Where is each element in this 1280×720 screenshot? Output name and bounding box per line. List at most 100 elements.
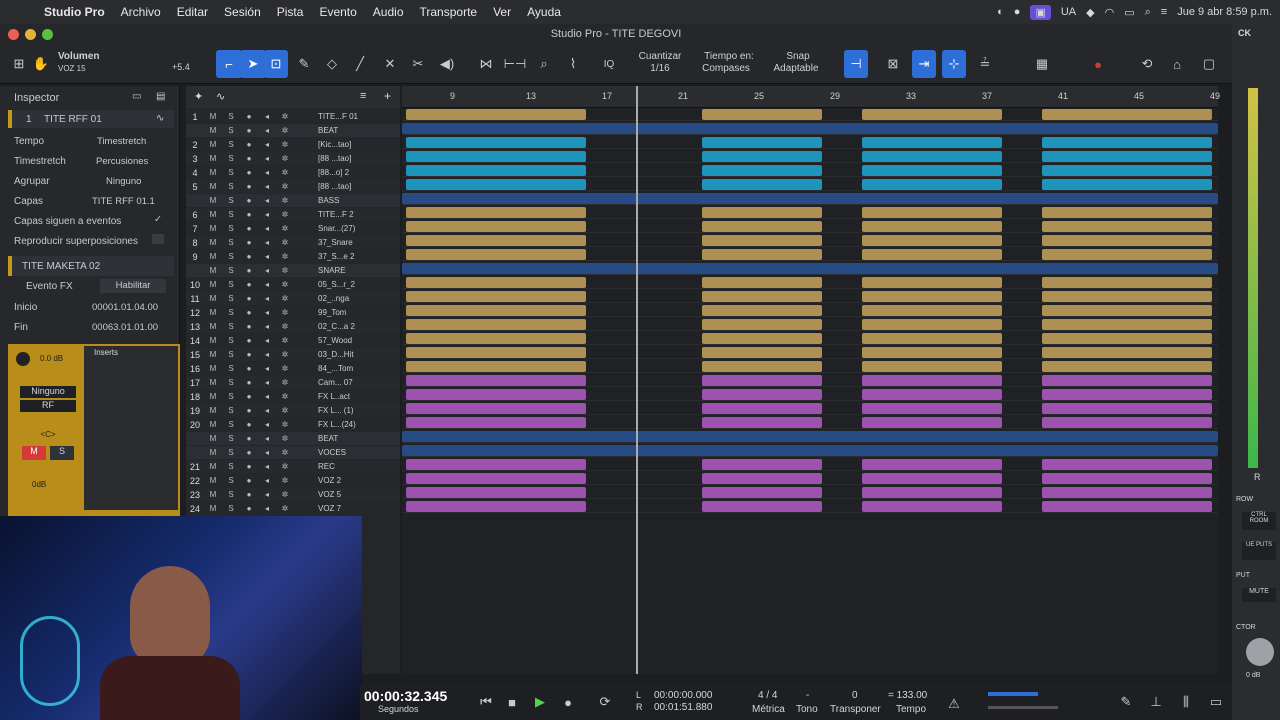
record-arm-icon[interactable]: ● bbox=[240, 294, 258, 303]
audio-event[interactable] bbox=[702, 249, 822, 260]
audio-event[interactable] bbox=[702, 487, 822, 498]
star-icon[interactable]: ✲ bbox=[276, 420, 294, 429]
audio-event[interactable] bbox=[406, 417, 586, 428]
track-name[interactable]: FX L...(24) bbox=[318, 420, 378, 429]
follow-icon[interactable]: ⇥ bbox=[912, 50, 936, 78]
record-arm-icon[interactable]: ● bbox=[240, 224, 258, 233]
mute-button[interactable]: M bbox=[204, 112, 222, 121]
star-icon[interactable]: ✲ bbox=[276, 294, 294, 303]
audio-event[interactable] bbox=[1042, 109, 1212, 120]
transport-time-unit[interactable]: Segundos bbox=[378, 704, 419, 714]
arrange-view[interactable]: 9 13 17 21 25 29 33 37 41 45 49 bbox=[402, 86, 1220, 674]
arrange-lane[interactable] bbox=[402, 164, 1218, 177]
record-arm-icon[interactable]: ● bbox=[240, 322, 258, 331]
audio-event[interactable] bbox=[862, 305, 1002, 316]
folder-track-row[interactable]: M S ● ◂ ✲ BEAT bbox=[186, 432, 400, 445]
track-name[interactable]: 84_...Tom bbox=[318, 364, 378, 373]
audio-event[interactable] bbox=[406, 137, 586, 148]
audio-event[interactable] bbox=[402, 123, 1218, 134]
loop-start[interactable]: 00:00:00.000 bbox=[654, 690, 712, 701]
audio-event[interactable] bbox=[862, 361, 1002, 372]
mute-button[interactable]: M bbox=[204, 182, 222, 191]
audio-event[interactable] bbox=[862, 165, 1002, 176]
audio-event[interactable] bbox=[702, 333, 822, 344]
arrow-tool-icon[interactable]: ➤ bbox=[240, 50, 266, 78]
track-name[interactable]: [88 ...tao] bbox=[318, 182, 378, 191]
record-icon[interactable]: ● bbox=[558, 688, 578, 716]
audio-event[interactable] bbox=[1042, 473, 1212, 484]
star-icon[interactable]: ✲ bbox=[276, 350, 294, 359]
star-icon[interactable]: ✲ bbox=[276, 462, 294, 471]
track-name[interactable]: Snar...(27) bbox=[318, 224, 378, 233]
mute-button[interactable]: M bbox=[204, 476, 222, 485]
track-name[interactable]: 02_C...a 2 bbox=[318, 322, 378, 331]
monitor-icon[interactable]: ◂ bbox=[258, 210, 276, 219]
star-icon[interactable]: ✲ bbox=[276, 280, 294, 289]
input-language[interactable]: UA bbox=[1061, 6, 1076, 18]
mute-button[interactable]: M bbox=[204, 196, 222, 205]
record-arm-icon[interactable]: ● bbox=[240, 336, 258, 345]
arrange-lane[interactable] bbox=[402, 444, 1218, 457]
audio-event[interactable] bbox=[702, 305, 822, 316]
audio-event[interactable] bbox=[862, 277, 1002, 288]
audio-event[interactable] bbox=[402, 445, 1218, 456]
close-button[interactable] bbox=[8, 29, 19, 40]
vpn-icon[interactable]: ◆ bbox=[1086, 6, 1094, 19]
arrange-lane[interactable] bbox=[402, 220, 1218, 233]
track-name[interactable]: [88 ...tao] bbox=[318, 154, 378, 163]
mute-button[interactable]: M bbox=[204, 350, 222, 359]
solo-button[interactable]: S bbox=[222, 210, 240, 219]
monitor-icon[interactable]: ◂ bbox=[258, 266, 276, 275]
audio-event[interactable] bbox=[406, 319, 586, 330]
transpose-value[interactable]: 0 bbox=[852, 690, 858, 701]
strip-solo-button[interactable]: S bbox=[50, 446, 74, 460]
arrange-lane[interactable] bbox=[402, 500, 1218, 513]
meter-value[interactable]: 4 / 4 bbox=[758, 690, 777, 701]
menu-app[interactable]: Studio Pro bbox=[36, 5, 113, 19]
star-icon[interactable]: ✲ bbox=[276, 448, 294, 457]
star-icon[interactable]: ✲ bbox=[276, 224, 294, 233]
audio-event[interactable] bbox=[862, 347, 1002, 358]
audio-event[interactable] bbox=[862, 137, 1002, 148]
monitor-icon[interactable]: ◂ bbox=[258, 196, 276, 205]
stop-icon[interactable]: ■ bbox=[502, 688, 522, 716]
audio-event[interactable] bbox=[406, 501, 586, 512]
track-row[interactable]: 4 M S ● ◂ ✲ [88...o] 2 bbox=[186, 166, 400, 179]
track-name[interactable]: [88...o] 2 bbox=[318, 168, 378, 177]
menu-evento[interactable]: Evento bbox=[311, 5, 364, 19]
audio-event[interactable] bbox=[702, 375, 822, 386]
ctrl-room-button[interactable]: CTRL ROOM bbox=[1242, 512, 1276, 530]
record-arm-icon[interactable]: ● bbox=[240, 392, 258, 401]
audio-event[interactable] bbox=[702, 235, 822, 246]
mute-button[interactable]: M bbox=[204, 336, 222, 345]
track-name[interactable]: TITE...F 2 bbox=[318, 210, 378, 219]
menu-ver[interactable]: Ver bbox=[485, 5, 519, 19]
monitor-icon[interactable]: ◂ bbox=[258, 392, 276, 401]
audio-event[interactable] bbox=[702, 417, 822, 428]
monitor-icon[interactable]: ◂ bbox=[258, 322, 276, 331]
sliders-icon[interactable]: ⫼ bbox=[1176, 688, 1196, 716]
mute-button[interactable]: M bbox=[204, 392, 222, 401]
audio-event[interactable] bbox=[406, 487, 586, 498]
monitor-icon[interactable]: ◂ bbox=[258, 182, 276, 191]
solo-button[interactable]: S bbox=[222, 126, 240, 135]
arrange-lane[interactable] bbox=[402, 388, 1218, 401]
track-row[interactable]: 3 M S ● ◂ ✲ [88 ...tao] bbox=[186, 152, 400, 165]
arrange-lane[interactable] bbox=[402, 430, 1218, 443]
record-arm-icon[interactable]: ● bbox=[240, 266, 258, 275]
master-volume-slider[interactable] bbox=[988, 706, 1058, 709]
audio-event[interactable] bbox=[402, 431, 1218, 442]
record-arm-icon[interactable]: ● bbox=[240, 308, 258, 317]
align-icon[interactable]: ≟ bbox=[974, 50, 996, 78]
record-arm-icon[interactable]: ● bbox=[240, 406, 258, 415]
track-row[interactable]: 6 M S ● ◂ ✲ TITE...F 2 bbox=[186, 208, 400, 221]
transient-icon[interactable]: ⊢⊣ bbox=[504, 50, 527, 78]
input-none[interactable]: Ninguno bbox=[20, 386, 76, 398]
monitor-icon[interactable]: ◂ bbox=[258, 140, 276, 149]
audio-event[interactable] bbox=[402, 193, 1218, 204]
record-arm-icon[interactable]: ● bbox=[240, 126, 258, 135]
loop-icon[interactable]: ⟳ bbox=[592, 688, 618, 716]
mute-button[interactable]: M bbox=[204, 322, 222, 331]
pan-value[interactable]: <C> bbox=[20, 430, 76, 439]
solo-button[interactable]: S bbox=[222, 448, 240, 457]
